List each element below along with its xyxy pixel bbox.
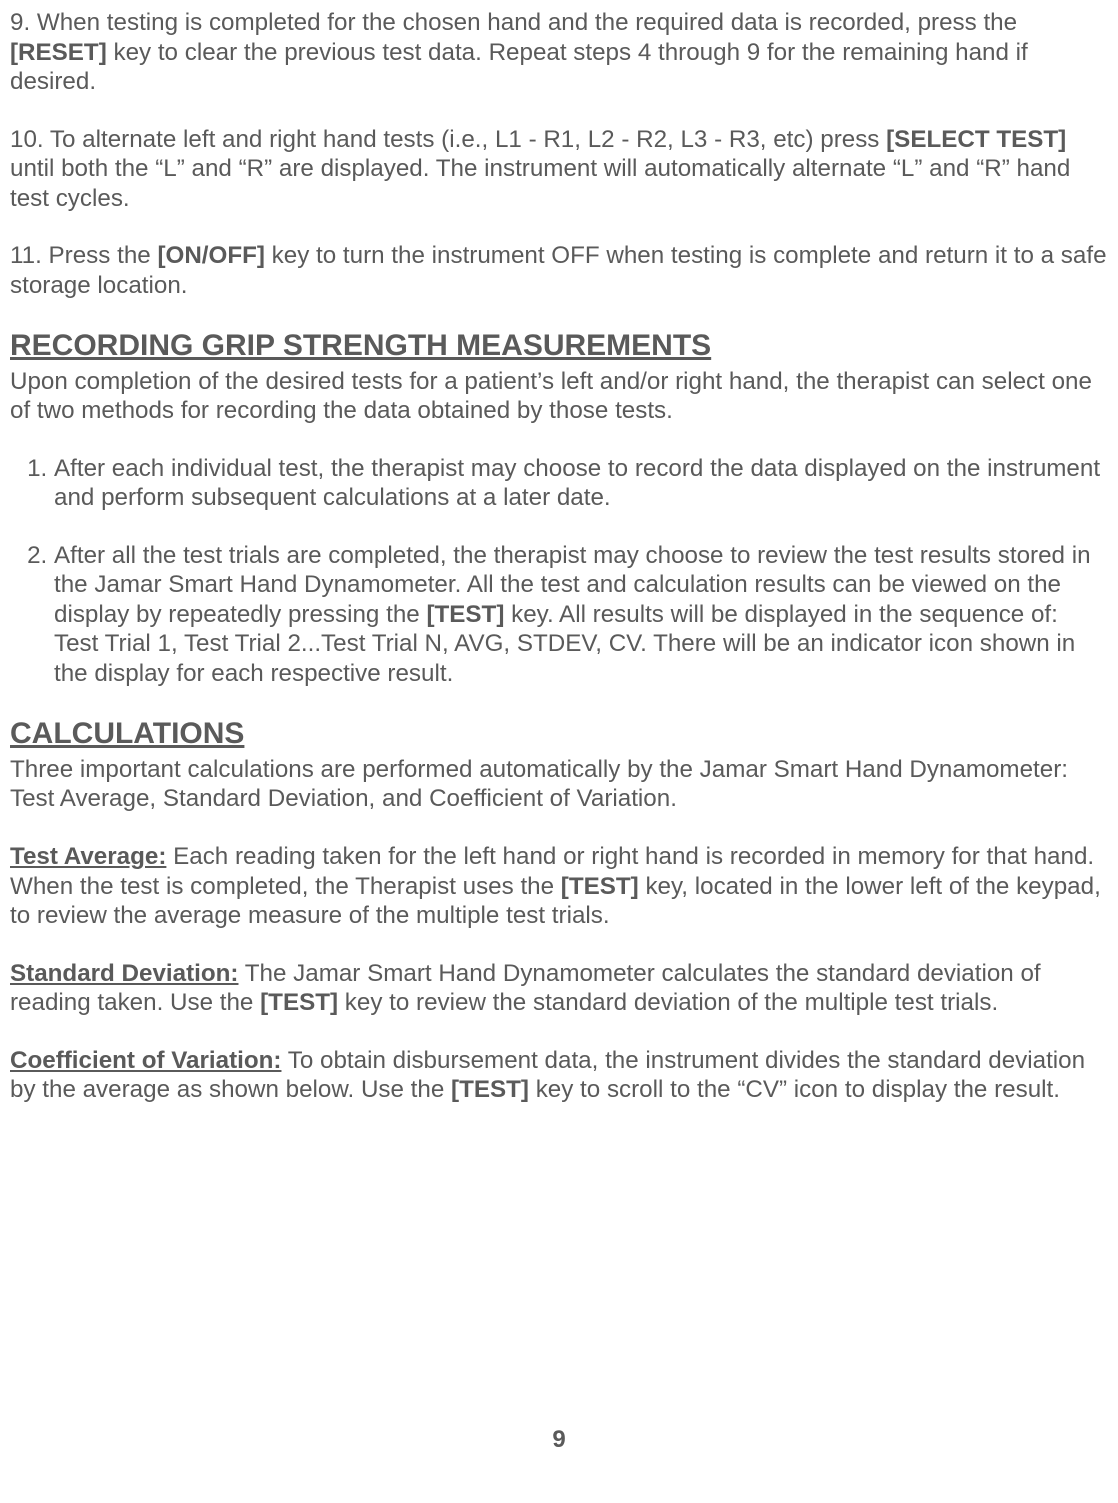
test-key-label: [TEST] [561, 873, 639, 900]
calculations-heading: CALCULATIONS [10, 716, 1108, 753]
step-11: 11. Press the [ON/OFF] key to turn the i… [10, 241, 1108, 300]
test-key-label: [TEST] [260, 989, 338, 1016]
recording-methods-list: After each individual test, the therapis… [10, 454, 1108, 689]
standard-deviation-paragraph: Standard Deviation: The Jamar Smart Hand… [10, 959, 1108, 1018]
calculations-intro: Three important calculations are perform… [10, 755, 1108, 814]
step-10-pre: 10. To alternate left and right hand tes… [10, 126, 886, 153]
step-9-post: key to clear the previous test data. Rep… [10, 39, 1028, 96]
standard-deviation-label: Standard Deviation: [10, 960, 238, 987]
on-off-key-label: [ON/OFF] [157, 242, 264, 269]
step-9-pre: 9. When testing is completed for the cho… [10, 9, 1017, 36]
reset-key-label: [RESET] [10, 39, 107, 66]
recording-method-2: After all the test trials are completed,… [54, 541, 1108, 689]
test-average-label: Test Average: [10, 843, 166, 870]
test-average-paragraph: Test Average: Each reading taken for the… [10, 842, 1108, 931]
recording-method-1: After each individual test, the therapis… [54, 454, 1108, 513]
step-9: 9. When testing is completed for the cho… [10, 8, 1108, 97]
coefficient-variation-paragraph: Coefficient of Variation: To obtain disb… [10, 1046, 1108, 1105]
test-key-label: [TEST] [426, 601, 504, 628]
test-key-label: [TEST] [451, 1076, 529, 1103]
page-number: 9 [10, 1425, 1108, 1454]
coefficient-variation-label: Coefficient of Variation: [10, 1047, 281, 1074]
recording-intro: Upon completion of the desired tests for… [10, 367, 1108, 426]
step-11-pre: 11. Press the [10, 242, 157, 269]
recording-heading: RECORDING GRIP STRENGTH MEASUREMENTS [10, 328, 1108, 365]
select-test-key-label: [SELECT TEST] [886, 126, 1066, 153]
standard-deviation-post: key to review the standard deviation of … [338, 989, 998, 1016]
step-10-post: until both the “L” and “R” are displayed… [10, 155, 1070, 212]
coefficient-variation-post: key to scroll to the “CV” icon to displa… [529, 1076, 1060, 1103]
step-10: 10. To alternate left and right hand tes… [10, 125, 1108, 214]
